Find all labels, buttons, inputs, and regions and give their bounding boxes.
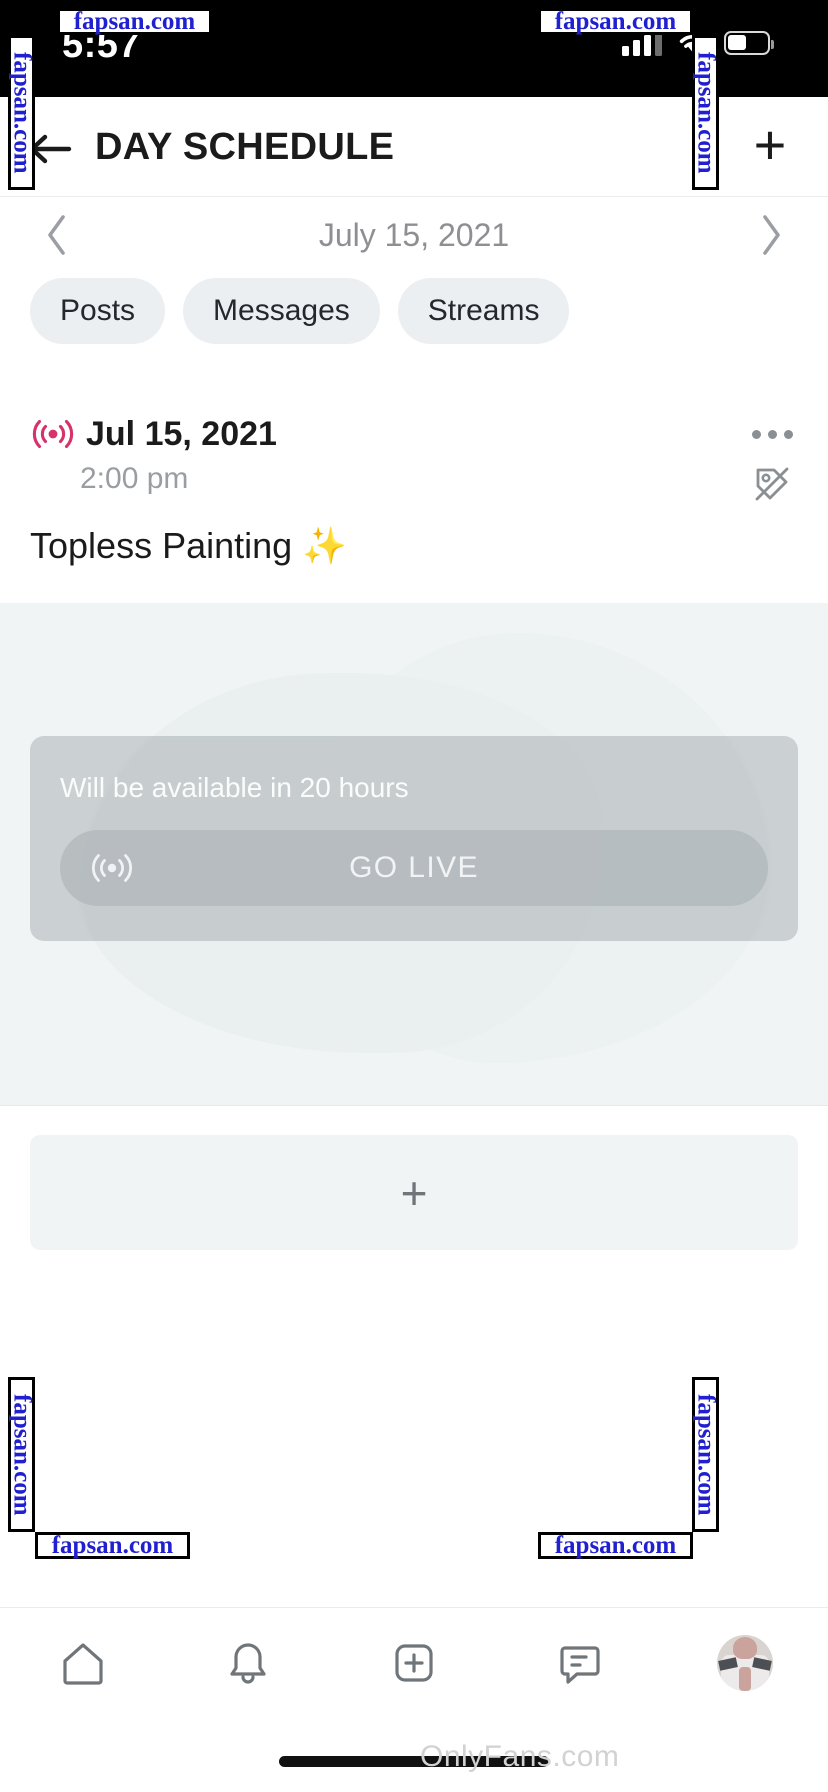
more-options-icon [751, 429, 761, 439]
watermark-left-bar: fapsan.com [8, 35, 36, 190]
chevron-left-icon [48, 215, 65, 255]
nav-profile[interactable] [690, 1618, 800, 1708]
content-type-tabs: Posts Messages Streams [0, 278, 828, 344]
nav-notifications[interactable] [193, 1618, 303, 1708]
avatar [717, 1634, 774, 1691]
watermark-top-right: fapsan.com [538, 8, 693, 35]
go-live-button[interactable]: GO LIVE [60, 830, 768, 906]
next-day-button[interactable] [748, 212, 794, 258]
tab-posts-label: Posts [60, 294, 136, 327]
tab-messages[interactable]: Messages [183, 278, 380, 344]
battery-icon [724, 31, 774, 55]
watermark-bottom-left-bar: fapsan.com [8, 1377, 36, 1532]
watermark-bottom-right: fapsan.com [538, 1532, 693, 1559]
prev-day-button[interactable] [34, 212, 80, 258]
chat-icon [559, 1645, 600, 1684]
stream-preview-area[interactable]: Will be available in 20 hours GO LIVE [0, 603, 828, 1105]
onlyfans-watermark: OnlyFans.com [420, 1740, 620, 1773]
broadcast-icon [30, 411, 76, 457]
event-title: Topless Painting ✨ [30, 525, 347, 567]
watermark-bottom-right-bar: fapsan.com [692, 1377, 720, 1532]
add-media-button[interactable]: + [30, 1135, 798, 1250]
tag-disabled-icon [755, 467, 789, 501]
chevron-right-icon [763, 215, 780, 255]
event-title-text: Topless Painting [30, 525, 303, 566]
current-date-label: July 15, 2021 [318, 216, 510, 253]
nav-add[interactable] [359, 1618, 469, 1708]
watermark-top-left: fapsan.com [57, 8, 212, 35]
tab-streams-label: Streams [427, 294, 540, 327]
add-event-button[interactable]: + [742, 117, 798, 173]
tab-posts[interactable]: Posts [30, 278, 166, 344]
broadcast-icon [88, 844, 136, 892]
phone-screen: 5:57 DAY SCHEDULE + July 15, 2021 Posts … [0, 0, 828, 1792]
event-time-label: 2:00 pm [80, 462, 189, 495]
home-icon [63, 1642, 103, 1685]
nav-home[interactable] [28, 1618, 138, 1708]
bell-icon [230, 1642, 266, 1684]
availability-label: Will be available in 20 hours [60, 772, 409, 803]
plus-icon: + [400, 1166, 428, 1219]
event-subrow: 2:00 pm [0, 460, 828, 516]
watermark-right-bar: fapsan.com [692, 35, 720, 190]
date-navigator: July 15, 2021 [0, 198, 828, 272]
go-live-overlay: Will be available in 20 hours GO LIVE [30, 736, 798, 941]
bottom-navigation [0, 1607, 828, 1717]
add-square-icon [395, 1643, 433, 1682]
price-toggle-button[interactable] [744, 456, 800, 512]
event-header-row: Jul 15, 2021 [0, 408, 828, 460]
tab-streams[interactable]: Streams [397, 278, 570, 344]
event-date-label: Jul 15, 2021 [86, 414, 277, 453]
sparkle-emoji: ✨ [302, 525, 347, 566]
more-options-button[interactable] [744, 408, 800, 460]
tab-messages-label: Messages [213, 294, 350, 327]
page-title: DAY SCHEDULE [95, 126, 395, 168]
watermark-bottom-left: fapsan.com [35, 1532, 190, 1559]
go-live-label: GO LIVE [349, 851, 479, 884]
section-divider [0, 1105, 828, 1106]
nav-messages[interactable] [525, 1618, 635, 1708]
